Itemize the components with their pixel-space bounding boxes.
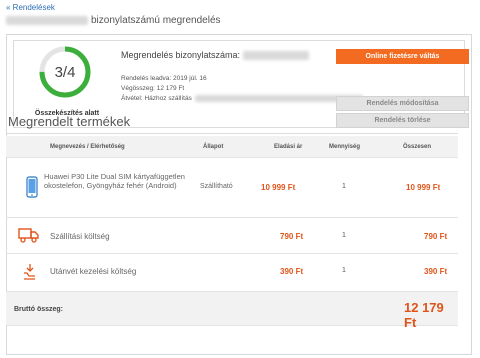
page-title: bizonylatszámú megrendelés xyxy=(6,14,221,26)
ordered-products-title: Megrendelt termékek xyxy=(8,114,131,129)
col-qty: Mennyiség xyxy=(329,144,361,150)
product-state: Szállítható xyxy=(200,183,233,190)
cod-line-total: 390 Ft xyxy=(424,267,448,276)
delete-order-button[interactable]: Rendelés törlése xyxy=(336,113,469,128)
progress-ring: 3/4 xyxy=(38,45,92,99)
cod-fee-label: Utánvét kezelési költség xyxy=(50,267,137,276)
col-name: Megnevezés / Elérhetőség xyxy=(50,144,125,150)
table-row: Huawei P30 Lite Dual SIM kártyafüggetlen… xyxy=(6,158,458,218)
shipping-line-total: 790 Ft xyxy=(424,232,448,241)
order-number-heading: Megrendelés bizonylatszáma: xyxy=(121,49,310,61)
back-to-orders-link[interactable]: « Rendelések xyxy=(6,3,55,12)
smartphone-icon xyxy=(26,176,38,198)
order-number-label: Megrendelés bizonylatszáma: xyxy=(121,50,241,60)
delivery-truck-icon xyxy=(18,228,39,243)
redacted-order-number xyxy=(6,15,88,25)
gross-total-row: Bruttó összeg: 12 179 Ft xyxy=(6,292,458,330)
product-line-total: 10 999 Ft xyxy=(406,183,441,192)
product-quantity: 1 xyxy=(342,183,346,190)
redacted-order-id xyxy=(243,50,310,60)
col-price: Eladási ár xyxy=(274,144,303,150)
shipping-unit-price: 790 Ft xyxy=(280,232,304,241)
switch-to-online-payment-button[interactable]: Online fizetésre váltás xyxy=(336,49,469,64)
modify-order-button[interactable]: Rendelés módosítása xyxy=(336,96,469,111)
table-row: Utánvét kezelési költség 390 Ft 1 390 Ft xyxy=(6,254,458,292)
shipping-quantity: 1 xyxy=(342,232,346,239)
cash-on-delivery-icon xyxy=(24,264,35,280)
order-date: Rendelés leadva: 2019 júl. 16 xyxy=(121,75,207,82)
order-total: Végösszeg: 12 179 Ft xyxy=(121,85,185,92)
cod-quantity: 1 xyxy=(342,267,346,274)
gross-total-label: Bruttó összeg: xyxy=(14,306,63,313)
table-row: Szállítási költség 790 Ft 1 790 Ft xyxy=(6,218,458,254)
progress-text: 3/4 xyxy=(54,63,76,81)
delivery-info: Átvétel: Házhoz szállítás xyxy=(121,94,363,103)
gross-total-value: 12 179 Ft xyxy=(404,300,444,330)
col-state: Állapot xyxy=(203,144,224,150)
product-unit-price: 10 999 Ft xyxy=(261,183,296,192)
shipping-cost-label: Szállítási költség xyxy=(50,232,110,241)
page-title-text: bizonylatszámú megrendelés xyxy=(91,14,221,26)
delivery-method: Átvétel: Házhoz szállítás xyxy=(121,95,192,102)
cod-unit-price: 390 Ft xyxy=(280,267,304,276)
products-table: Megnevezés / Elérhetőség Állapot Eladási… xyxy=(6,136,458,330)
col-total: Összesen xyxy=(403,144,432,150)
section-divider xyxy=(6,133,458,134)
product-name[interactable]: Huawei P30 Lite Dual SIM kártyafüggetlen… xyxy=(44,172,194,190)
table-header: Megnevezés / Elérhetőség Állapot Eladási… xyxy=(6,136,458,158)
